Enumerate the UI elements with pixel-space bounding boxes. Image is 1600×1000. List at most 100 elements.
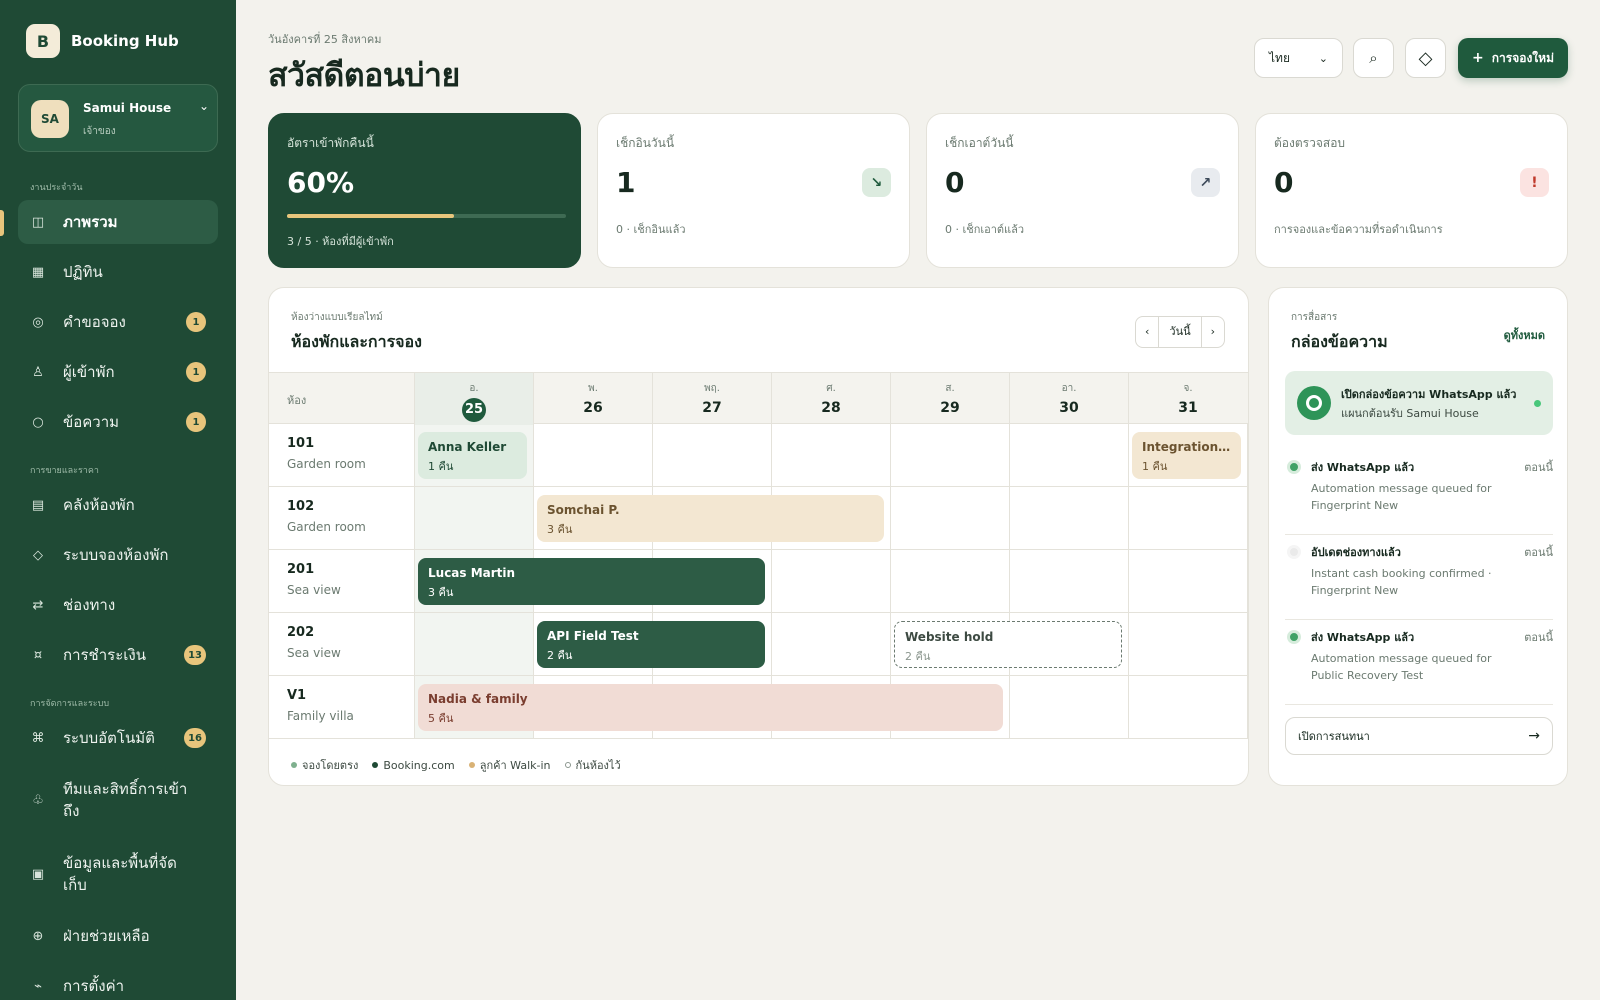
day-of-week: พฤ. <box>704 383 720 394</box>
section-label-admin: การจัดการและระบบ <box>30 699 110 709</box>
new-booking-button[interactable]: + การจองใหม่ <box>1458 38 1568 78</box>
stat-sub: การจองและข้อความที่รอดำเนินการ <box>1274 223 1443 236</box>
legend-label: กันห้องไว้ <box>575 759 621 772</box>
property-role: เจ้าของ <box>83 126 116 137</box>
legend-item: ลูกค้า Walk-in <box>468 756 551 774</box>
swap-icon: ⇄ <box>32 597 44 613</box>
language-select[interactable]: ไทย ⌄ <box>1254 38 1343 78</box>
view-all-link[interactable]: ดูทั้งหมด <box>1504 326 1545 344</box>
next-week-button[interactable]: › <box>1202 317 1224 347</box>
arrow-right-icon: → <box>1528 728 1540 744</box>
property-switcher[interactable]: SA Samui House เจ้าของ ⌄ <box>18 84 218 152</box>
day-number: 26 <box>583 400 603 416</box>
booking-guest-name: API Field Test <box>547 629 639 643</box>
sidebar-item-label: ผู้เข้าพัก <box>63 363 115 381</box>
stat-value: 1 <box>616 166 636 199</box>
message-title: อัปเดตช่องทางแล้ว <box>1311 546 1401 559</box>
booking-block[interactable]: API Field Test 2 คืน <box>537 621 765 668</box>
room-type: Garden room <box>287 520 366 534</box>
sidebar-item-automation[interactable]: ⌘ ระบบอัตโนมัติ 16 <box>18 716 218 760</box>
today-button[interactable]: วันนี้ <box>1158 317 1202 347</box>
booking-block[interactable]: Integration Test 1 คืน <box>1132 432 1241 479</box>
stat-label: ต้องตรวจสอบ <box>1274 136 1346 150</box>
room-number: 202 <box>287 625 315 640</box>
booking-nights: 1 คืน <box>428 460 454 473</box>
calendar-legend: จองโดยตรง Booking.com ลูกค้า Walk-in กันห้อ… <box>291 756 635 774</box>
day-column-header: พ. 26 <box>533 373 652 425</box>
sidebar-item-team-access[interactable]: ♧ ทีมและสิทธิ์การเข้าถึง <box>18 770 218 830</box>
storage-icon: ▣ <box>31 866 45 882</box>
booking-block[interactable]: Website hold 2 คืน <box>894 621 1122 668</box>
guest-icon: ♙ <box>32 364 44 380</box>
stat-label: อัตราเข้าพักคืนนี้ <box>287 136 374 150</box>
stat-value: 0 <box>945 166 965 199</box>
booking-guest-name: Somchai P. <box>547 503 620 517</box>
inbox-overline: การสื่อสาร <box>1291 312 1338 323</box>
room-cell[interactable]: 102 Garden room <box>269 487 413 550</box>
room-cell[interactable]: 202 Sea view <box>269 613 413 676</box>
sidebar-item-label: ระบบจองห้องพัก <box>63 546 169 564</box>
sidebar-item-label: ปฏิทิน <box>63 263 103 281</box>
room-cell[interactable]: 101 Garden room <box>269 424 413 487</box>
booking-block[interactable]: Somchai P. 3 คืน <box>537 495 884 542</box>
count-badge: 1 <box>186 312 206 332</box>
day-of-week: ส. <box>945 383 955 394</box>
room-type: Sea view <box>287 646 341 660</box>
new-booking-label: การจองใหม่ <box>1491 50 1554 65</box>
sidebar-item-guests[interactable]: ♙ ผู้เข้าพัก 1 <box>18 350 218 394</box>
day-column-header: ส. 29 <box>890 373 1009 425</box>
count-badge: 1 <box>186 362 206 382</box>
search-button[interactable]: ⌕ <box>1353 38 1394 78</box>
sidebar-item-messages[interactable]: ○ ข้อความ 1 <box>18 400 218 444</box>
theme-button[interactable]: ◇ <box>1405 38 1446 78</box>
legend-item: จองโดยตรง <box>291 756 358 774</box>
requests-icon: ◎ <box>32 314 44 330</box>
sidebar-item-payments[interactable]: ¤ การชำระเงิน 13 <box>18 633 218 677</box>
sidebar-item-calendar[interactable]: ▦ ปฏิทิน <box>18 250 218 294</box>
sidebar-item-support[interactable]: ⊕ ฝ่ายช่วยเหลือ <box>18 914 218 958</box>
count-badge: 1 <box>186 412 206 432</box>
sidebar-item-label: ช่องทาง <box>63 596 116 614</box>
day-column-header: อ. 25 <box>414 373 533 425</box>
room-cell[interactable]: 201 Sea view <box>269 550 413 613</box>
booking-block[interactable]: Nadia & family 5 คืน <box>418 684 1003 731</box>
whatsapp-banner[interactable]: เปิดกล่องข้อความ WhatsApp แล้ว แผนกต้อนร… <box>1285 371 1553 435</box>
room-row: 101 Garden room <box>269 424 1248 487</box>
booking-guest-name: Integration Test <box>1142 440 1231 454</box>
inbox-title: กล่องข้อความ <box>1291 332 1388 351</box>
legend-dot-icon <box>291 762 297 768</box>
inbox-message[interactable]: ส่ง WhatsApp แล้ว ตอนนี้ Automation mess… <box>1285 450 1553 535</box>
stat-card-review: ต้องตรวจสอบ 0 ! การจองและข้อความที่รอดำเ… <box>1255 113 1568 268</box>
room-cell[interactable]: V1 Family villa <box>269 676 413 739</box>
inbox-message[interactable]: ส่ง WhatsApp แล้ว ตอนนี้ Automation mess… <box>1285 620 1553 705</box>
message-title: ส่ง WhatsApp แล้ว <box>1311 631 1415 644</box>
inbox-message[interactable]: อัปเดตช่องทางแล้ว ตอนนี้ Instant cash bo… <box>1285 535 1553 620</box>
stat-label: เช็กอินวันนี้ <box>616 136 675 150</box>
sidebar-item-booking-engine[interactable]: ◇ ระบบจองห้องพัก <box>18 533 218 577</box>
sidebar: B Booking Hub SA Samui House เจ้าของ ⌄ ง… <box>0 0 236 1000</box>
sidebar-item-overview[interactable]: ◫ ภาพรวม <box>18 200 218 244</box>
sidebar-item-channels[interactable]: ⇄ ช่องทาง <box>18 583 218 627</box>
whatsapp-icon <box>1297 386 1331 420</box>
booking-block[interactable]: Anna Keller 1 คืน <box>418 432 527 479</box>
sidebar-item-inventory[interactable]: ▤ คลังห้องพัก <box>18 483 218 527</box>
prev-week-button[interactable]: ‹ <box>1136 317 1158 347</box>
day-number: 28 <box>821 400 841 416</box>
open-conversation-button[interactable]: เปิดการสนทนา → <box>1285 717 1553 755</box>
room-number: 201 <box>287 562 315 577</box>
sidebar-item-booking-requests[interactable]: ◎ คำขอจอง 1 <box>18 300 218 344</box>
stat-card-checkins: เช็กอินวันนี้ 1 ↘ 0 · เช็กอินแล้ว <box>597 113 910 268</box>
sidebar-item-data-storage[interactable]: ▣ ข้อมูลและพื้นที่จัดเก็บ <box>18 844 218 904</box>
day-of-week: ศ. <box>826 383 836 394</box>
booking-block[interactable]: Lucas Martin 3 คืน <box>418 558 765 605</box>
legend-label: จองโดยตรง <box>302 759 359 772</box>
message-time: ตอนนี้ <box>1524 461 1553 474</box>
sidebar-item-settings[interactable]: ⌁ การตั้งค่า <box>18 964 218 1000</box>
sidebar-item-label: ฝ่ายช่วยเหลือ <box>63 927 150 945</box>
sidebar-item-label: ระบบอัตโนมัติ <box>63 729 155 747</box>
language-value: ไทย <box>1269 50 1290 65</box>
legend-item: กันห้องไว้ <box>564 756 621 774</box>
brand[interactable]: B Booking Hub <box>26 24 179 58</box>
sidebar-item-label: ทีมและสิทธิ์การเข้าถึง <box>63 780 188 820</box>
legend-dot-icon <box>468 762 475 768</box>
